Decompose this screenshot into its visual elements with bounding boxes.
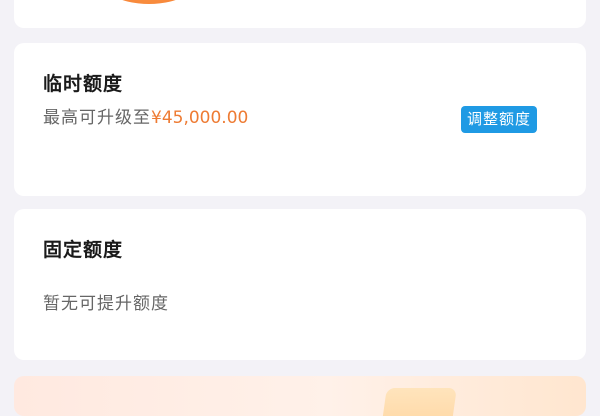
fixed-limit-description: 暂无可提升额度 [43, 294, 169, 314]
promo-banner[interactable] [14, 376, 586, 416]
orange-circle-graphic [94, 0, 204, 4]
promo-graphic [381, 388, 457, 416]
temporary-limit-card: 临时额度 最高可升级至¥45,000.00 调整额度 [14, 43, 586, 196]
fixed-limit-title: 固定额度 [43, 239, 124, 261]
fixed-limit-card: 固定额度 暂无可提升额度 [14, 209, 586, 360]
temporary-limit-description: 最高可升级至¥45,000.00 [43, 103, 248, 128]
max-upgrade-amount: ¥45,000.00 [151, 108, 249, 128]
top-card [14, 0, 586, 28]
max-upgrade-label: 最高可升级至 [43, 108, 151, 128]
temporary-limit-title: 临时额度 [43, 73, 124, 95]
adjust-limit-button[interactable]: 调整额度 [461, 106, 538, 133]
